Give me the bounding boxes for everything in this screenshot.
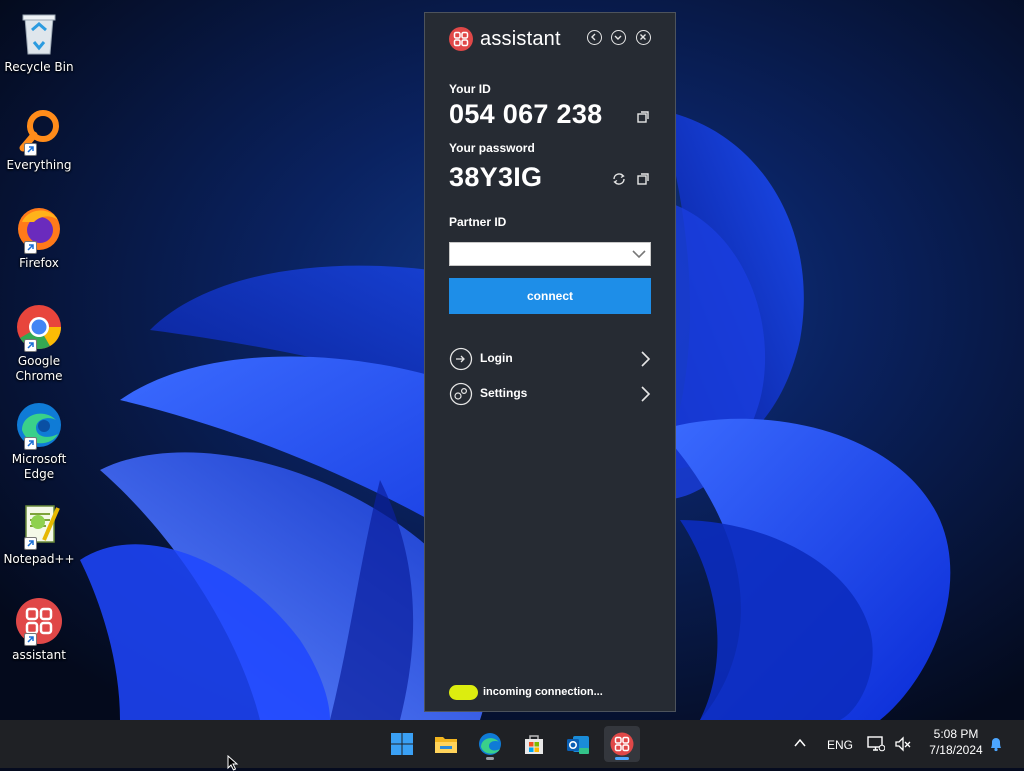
- your-password-label: Your password: [449, 141, 535, 155]
- assistant-icon: [14, 596, 64, 646]
- recycle-bin-icon: [14, 8, 64, 58]
- desktop-icon-label: Google Chrome: [15, 354, 63, 383]
- windows-start-icon: [391, 733, 413, 755]
- copy-password-button[interactable]: [635, 171, 651, 187]
- taskbar-file-explorer[interactable]: [428, 726, 464, 762]
- status-text: incoming connection...: [483, 686, 603, 698]
- desktop-icon-assistant[interactable]: assistant: [2, 596, 76, 663]
- login-icon: [449, 347, 473, 371]
- menu-item-settings[interactable]: Settings: [449, 381, 651, 407]
- chevron-right-icon: [641, 386, 651, 402]
- desktop-icon-label: assistant: [12, 648, 66, 662]
- chevron-down-icon: [614, 35, 622, 40]
- file-explorer-icon: [435, 737, 457, 753]
- copy-icon: [637, 173, 649, 185]
- desktop-icon-label: Microsoft Edge: [11, 452, 67, 481]
- network-icon[interactable]: [867, 736, 885, 752]
- refresh-icon: [613, 173, 625, 185]
- edge-icon: [14, 400, 64, 450]
- show-hidden-icons-chevron-up-icon[interactable]: [794, 738, 806, 748]
- volume-muted-icon[interactable]: [894, 736, 912, 752]
- close-button[interactable]: [636, 30, 651, 45]
- assistant-window: assistant Your ID 054 067 238 Your passw…: [424, 12, 676, 712]
- chrome-icon: [14, 302, 64, 352]
- partner-id-input[interactable]: [450, 243, 626, 265]
- desktop-icon-label: Recycle Bin: [4, 60, 74, 74]
- refresh-password-button[interactable]: [611, 171, 627, 187]
- outlook-new-icon: [567, 736, 589, 754]
- chevron-left-icon: [591, 33, 596, 41]
- minimize-button[interactable]: [611, 30, 626, 45]
- shortcut-arrow-icon: [24, 339, 37, 352]
- shortcut-arrow-icon: [24, 537, 37, 550]
- shortcut-arrow-icon: [24, 241, 37, 254]
- status-indicator: [449, 685, 478, 700]
- input-language-indicator[interactable]: ENG: [827, 738, 853, 752]
- clock-date[interactable]: 7/18/2024: [916, 743, 996, 757]
- menu-item-login[interactable]: Login: [449, 346, 651, 372]
- desktop-icon-label: Notepad++: [3, 552, 75, 566]
- copy-id-button[interactable]: [635, 109, 651, 125]
- desktop-icon-label: Firefox: [19, 256, 59, 270]
- taskbar: ENG: [0, 720, 1024, 768]
- notepad-plus-plus-icon: [14, 500, 64, 550]
- taskbar-assistant[interactable]: [604, 726, 640, 762]
- chevron-down-icon: [632, 250, 646, 259]
- back-button[interactable]: [587, 30, 602, 45]
- taskbar-edge[interactable]: [472, 726, 508, 762]
- assistant-icon: [610, 732, 634, 756]
- microsoft-store-icon: [525, 735, 543, 754]
- desktop-icon-notepad-plus-plus[interactable]: Notepad++: [2, 500, 76, 567]
- your-password-value: 38Y3IG: [449, 162, 543, 192]
- app-header: assistant: [449, 25, 561, 53]
- partner-id-label: Partner ID: [449, 215, 507, 229]
- connect-button[interactable]: connect: [449, 278, 651, 314]
- desktop-icon-everything[interactable]: Everything: [2, 106, 76, 173]
- partner-id-combobox: [449, 242, 651, 266]
- your-id-label: Your ID: [449, 82, 491, 96]
- assistant-logo-icon: [449, 27, 473, 51]
- running-indicator: [486, 757, 494, 760]
- shortcut-arrow-icon: [24, 437, 37, 450]
- settings-icon: [449, 382, 473, 406]
- close-icon: [640, 34, 646, 40]
- desktop-icon-label: Everything: [6, 158, 72, 172]
- desktop-icon-microsoft-edge[interactable]: Microsoft Edge: [2, 400, 76, 482]
- partner-id-dropdown-button[interactable]: [630, 246, 648, 262]
- menu-item-label: Settings: [480, 386, 528, 400]
- start-button[interactable]: [384, 726, 420, 762]
- app-title: assistant: [480, 27, 561, 50]
- copy-icon: [637, 111, 649, 123]
- desktop-icon-google-chrome[interactable]: Google Chrome: [2, 302, 76, 384]
- clock-time[interactable]: 5:08 PM: [916, 727, 996, 741]
- menu-item-label: Login: [480, 351, 513, 365]
- everything-search-icon: [14, 106, 64, 156]
- edge-icon: [479, 733, 501, 755]
- desktop-icon-recycle-bin[interactable]: Recycle Bin: [2, 8, 76, 75]
- your-id-value: 054 067 238: [449, 99, 603, 129]
- mouse-pointer-icon: [227, 755, 239, 771]
- shortcut-arrow-icon: [24, 143, 37, 156]
- running-indicator: [615, 757, 629, 760]
- chevron-right-icon: [641, 351, 651, 367]
- firefox-icon: [14, 204, 64, 254]
- shortcut-arrow-icon: [24, 633, 37, 646]
- desktop-icon-firefox[interactable]: Firefox: [2, 204, 76, 271]
- taskbar-outlook-new[interactable]: [560, 726, 596, 762]
- taskbar-microsoft-store[interactable]: [516, 726, 552, 762]
